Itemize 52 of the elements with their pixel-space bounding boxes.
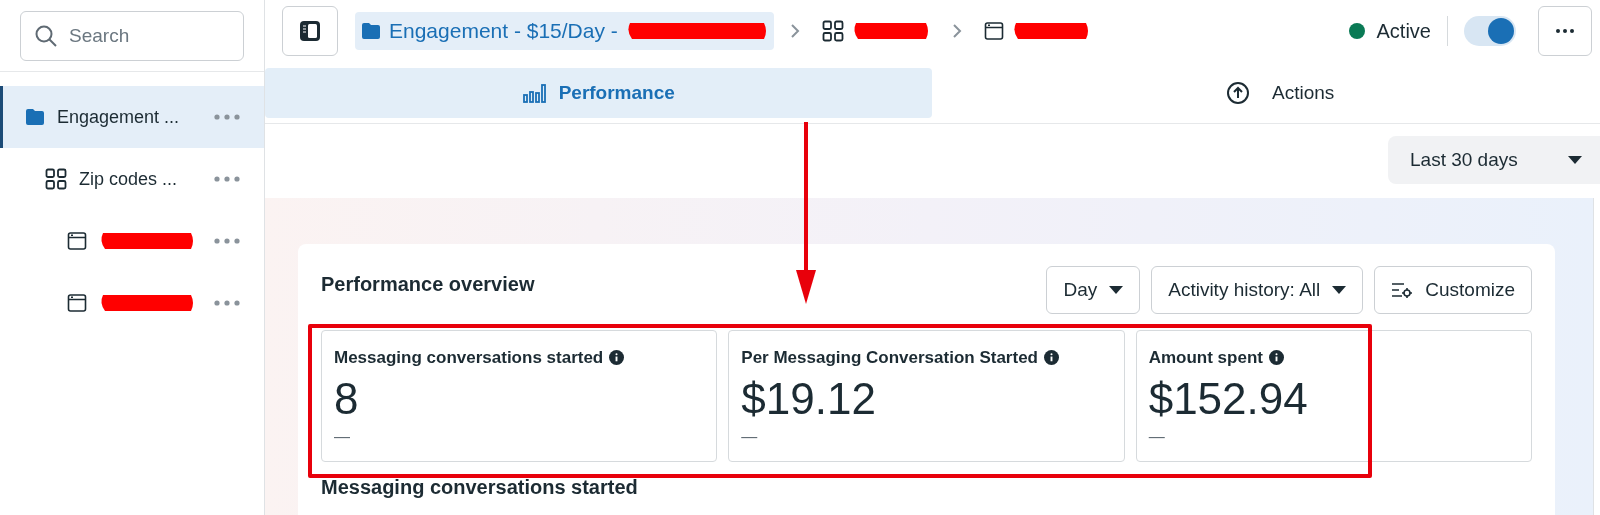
grid-icon bbox=[821, 20, 844, 42]
info-icon[interactable] bbox=[609, 350, 625, 366]
breadcrumb[interactable]: Engagement - $15/Day - bbox=[355, 12, 774, 50]
caret-icon bbox=[1332, 286, 1347, 294]
sidebar-toggle-button[interactable] bbox=[282, 6, 338, 56]
metric-label: Per Messaging Conversation Started bbox=[741, 347, 1038, 369]
folder-icon bbox=[361, 22, 381, 40]
metric-label: Messaging conversations started bbox=[334, 347, 604, 369]
metric-change: — bbox=[1148, 426, 1166, 447]
metric-label: Amount spent bbox=[1148, 347, 1263, 369]
dropdown-button[interactable]: Day bbox=[1046, 266, 1141, 314]
folder-icon bbox=[25, 108, 45, 126]
search-icon bbox=[34, 24, 58, 48]
info-icon[interactable] bbox=[1268, 350, 1284, 366]
chevron-icon bbox=[789, 23, 800, 39]
item-label: Engagement ... bbox=[57, 105, 180, 129]
chevron-icon bbox=[951, 23, 962, 39]
dropdown-button[interactable]: Activity history: All bbox=[1151, 266, 1364, 314]
panel-icon bbox=[299, 20, 321, 42]
more-icon[interactable] bbox=[214, 300, 240, 306]
customize-icon bbox=[1391, 282, 1414, 298]
caret-icon bbox=[1109, 286, 1124, 294]
search-field[interactable]: Search bbox=[20, 11, 244, 61]
caret-icon bbox=[1568, 156, 1582, 164]
window-icon bbox=[67, 293, 87, 313]
metric-value: $19.12 bbox=[741, 372, 877, 425]
toggle-switch[interactable] bbox=[1464, 16, 1516, 46]
more-icon bbox=[1556, 29, 1574, 33]
sidebar-item[interactable]: Engagement ... bbox=[0, 86, 264, 148]
tab[interactable]: Actions bbox=[932, 68, 1600, 118]
tab[interactable]: Performance bbox=[265, 68, 933, 118]
status-label: Active bbox=[1376, 19, 1431, 44]
window-icon bbox=[67, 231, 87, 251]
more-icon[interactable] bbox=[214, 238, 240, 244]
metric-value: 8 bbox=[334, 372, 360, 425]
breadcrumb-label: Engagement - $15/Day - bbox=[389, 18, 618, 45]
section-title: Messaging conversations started bbox=[321, 475, 639, 500]
item-label: Zip codes ... bbox=[79, 167, 178, 191]
grid-icon bbox=[45, 168, 67, 190]
bar-chart-icon bbox=[522, 83, 547, 103]
more-icon[interactable] bbox=[214, 176, 240, 182]
more-icon[interactable] bbox=[214, 114, 240, 120]
metric-change: — bbox=[741, 426, 759, 447]
window-icon bbox=[983, 21, 1004, 41]
info-icon[interactable] bbox=[1043, 350, 1059, 366]
sidebar-item[interactable]: Zip codes ... bbox=[0, 148, 264, 210]
customize-button[interactable]: Customize bbox=[1374, 266, 1532, 314]
metric-change: — bbox=[334, 426, 351, 447]
metric-value: $152.94 bbox=[1148, 372, 1309, 425]
upload-icon bbox=[1226, 81, 1251, 105]
date-range-dropdown[interactable]: Last 30 days bbox=[1388, 136, 1600, 184]
card-title: Performance overview bbox=[321, 272, 535, 297]
